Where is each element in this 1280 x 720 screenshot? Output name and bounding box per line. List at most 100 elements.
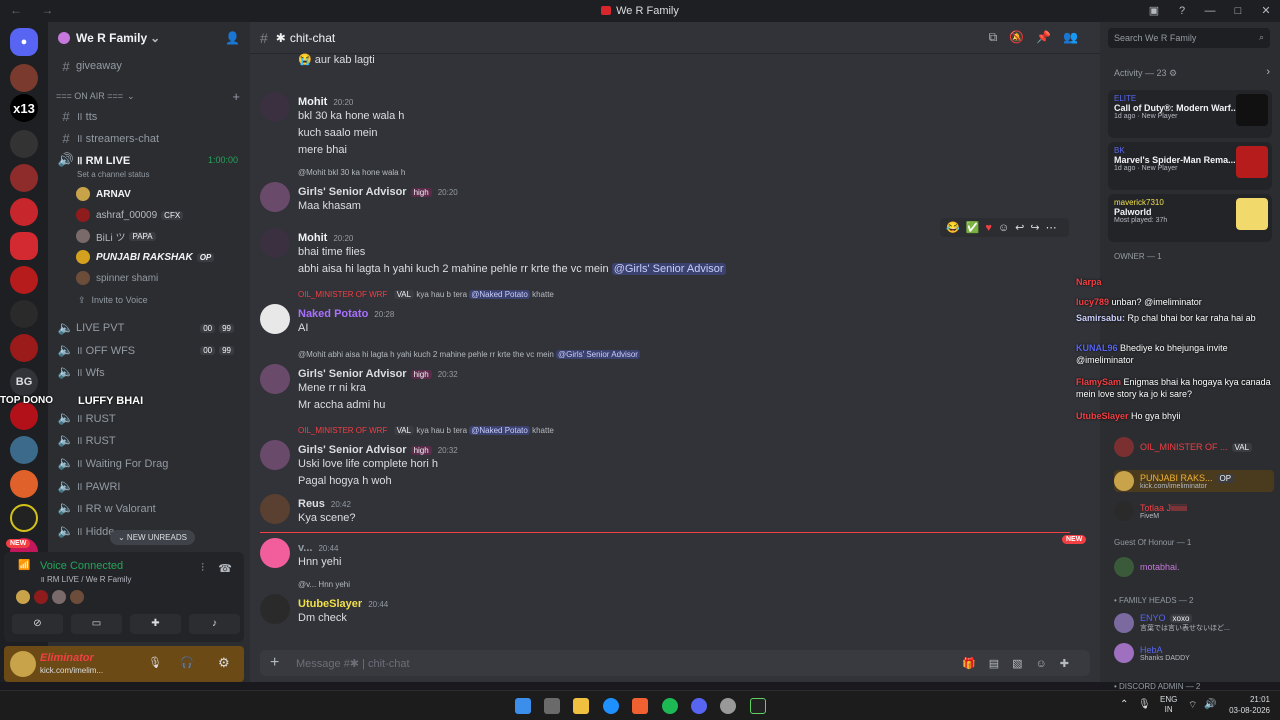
add-reaction-icon[interactable]: ☺ (998, 222, 1015, 234)
avatar[interactable] (260, 228, 290, 258)
add-channel-icon[interactable]: + (232, 89, 240, 104)
reply-preview[interactable]: @v... Hnn yehi (298, 580, 388, 594)
voice-member[interactable]: ARNAV (76, 184, 131, 204)
avatar[interactable] (260, 182, 290, 212)
member-row[interactable]: Totlaa Jiiiiiiii FiveM (1114, 500, 1187, 522)
server-we-r-family[interactable] (10, 232, 38, 260)
server-icon[interactable] (10, 436, 38, 464)
forward-icon[interactable]: ↪ (1030, 222, 1045, 234)
home-button[interactable]: ● (10, 28, 38, 56)
voice-member[interactable]: BiLi ツ PAPA (76, 226, 156, 246)
spotify-icon[interactable] (662, 698, 678, 714)
emoji-reaction-icon[interactable]: 😂 (946, 222, 966, 234)
member-row[interactable]: OIL_MINISTER OF ... VAL (1114, 436, 1253, 458)
obs-icon[interactable] (720, 698, 736, 714)
reply-preview[interactable]: OIL_MINISTER OF WRF VAL kya hau b tera @… (298, 426, 554, 440)
server-icon[interactable] (10, 470, 38, 498)
disconnect-icon[interactable]: ☎ (218, 562, 232, 575)
username[interactable]: Girls' Senior Advisor (298, 186, 407, 198)
threads-icon[interactable]: ⧉ (989, 30, 1010, 44)
member-row[interactable]: motabhai. (1114, 556, 1180, 578)
avatar[interactable] (16, 590, 30, 604)
chevron-right-icon[interactable]: › (1266, 66, 1270, 78)
gear-icon[interactable]: ⚙ (218, 655, 230, 671)
gif-icon[interactable]: ▤ (989, 658, 1012, 670)
clock[interactable]: 21:01 03-08-2026 (1229, 694, 1270, 716)
channel-streamers-chat[interactable]: # ॥ streamers-chat (56, 128, 246, 148)
mention[interactable]: @Naked Potato (469, 290, 530, 299)
voice-member[interactable]: PUNJABI RAKSHAK OP (76, 247, 215, 267)
mute-bell-icon[interactable]: 🔕 (1009, 30, 1036, 44)
server-icon[interactable] (10, 504, 38, 532)
category-on-air[interactable]: === ON AIR === ⌄ + (56, 86, 246, 106)
activity-card[interactable]: BK Marvel's Spider-Man Rema... 1d ago · Ne… (1108, 142, 1272, 190)
username[interactable]: Girls' Senior Advisor (298, 368, 407, 380)
members-icon[interactable]: 👥 (1063, 30, 1090, 44)
voice-channel-live-pvt[interactable]: 🔈 LIVE PVT 00 99 (56, 318, 246, 338)
microphone-icon[interactable]: 🎙 (148, 656, 162, 669)
username[interactable]: Reus (298, 498, 325, 510)
reply-preview[interactable]: @Mohit bkl 30 ka hone wala h (298, 168, 458, 182)
voice-channel-rust[interactable]: 🔈 ॥ RUST (56, 430, 246, 450)
voice-channel-rr[interactable]: 🔈 ॥ RR w Valorant (56, 498, 246, 518)
microphone-icon[interactable]: 🎙 (1138, 699, 1151, 710)
username[interactable]: Naked Potato (298, 308, 368, 320)
app-icon[interactable] (750, 698, 766, 714)
signal-icon[interactable]: 📶 (18, 560, 30, 571)
username[interactable]: UtubeSlayer (298, 598, 362, 610)
reply-icon[interactable]: ↩ (1015, 222, 1030, 234)
channel-tts[interactable]: # ॥ tts (56, 106, 246, 126)
server-bg[interactable]: BG (10, 368, 38, 396)
voice-channel-off-wfs[interactable]: 🔈 ॥ OFF WFS 00 99 (56, 340, 246, 360)
wifi-icon[interactable]: ⌔ (1188, 699, 1197, 712)
file-explorer-icon[interactable] (573, 698, 589, 714)
server-icon[interactable] (10, 64, 38, 92)
apps-icon[interactable]: ✚ (1060, 658, 1082, 670)
mention[interactable]: @Naked Potato (469, 426, 530, 435)
server-icon[interactable] (10, 300, 38, 328)
server-icon[interactable] (10, 334, 38, 362)
username[interactable]: Girls' Senior Advisor (298, 444, 407, 456)
voice-member[interactable]: spinner shami (76, 268, 158, 288)
guild-header[interactable]: We R Family ⌄ 👤 (48, 22, 250, 54)
server-icon[interactable] (10, 164, 38, 192)
widgets-icon[interactable] (544, 698, 560, 714)
set-channel-status[interactable]: Set a channel status (77, 170, 150, 179)
member-row[interactable]: HebA Shanks DADDY (1114, 642, 1190, 664)
avatar[interactable] (260, 538, 290, 568)
language-indicator[interactable]: ENG IN (1160, 695, 1177, 715)
avatar[interactable] (260, 494, 290, 524)
reply-preview[interactable]: OIL_MINISTER OF WRF VAL kya hau b tera @… (298, 290, 554, 304)
activity-card[interactable]: ELITE Call of Duty®: Modern Warf... 1d ago… (1108, 90, 1272, 138)
gift-icon[interactable]: 🎁 (962, 658, 989, 670)
server-icon[interactable] (10, 130, 38, 158)
screen-share-icon[interactable]: ▭ (71, 614, 122, 634)
reply-preview[interactable]: @Mohit abhi aisa hi lagta h yahi kuch 2 … (298, 350, 640, 364)
member-row[interactable]: ENYO xoxo 言葉では言い表せないほど... (1114, 612, 1230, 634)
server-icon[interactable] (10, 198, 38, 226)
voice-channel-rust[interactable]: 🔈 ॥ RUST (56, 408, 246, 428)
volume-icon[interactable]: 🔊 (1204, 699, 1216, 710)
edge-icon[interactable] (603, 698, 619, 714)
plus-icon[interactable]: + (270, 654, 279, 672)
gear-icon[interactable]: ⚙ (1169, 68, 1177, 78)
new-unreads-pill[interactable]: ⌄ NEW UNREADS (110, 530, 195, 545)
voice-channel-waiting[interactable]: 🔈 ॥ Waiting For Drag (56, 453, 246, 473)
avatar[interactable] (260, 440, 290, 470)
tray-chevron-icon[interactable]: ⌃ (1120, 699, 1128, 710)
more-icon[interactable]: ⋯ (1046, 222, 1063, 234)
voice-member[interactable]: ashraf_00009 CFX (76, 205, 184, 225)
channel-giveaway[interactable]: # giveaway (56, 56, 246, 76)
brave-icon[interactable] (632, 698, 648, 714)
voice-channel-wfs[interactable]: 🔈 ॥ Wfs (56, 362, 246, 382)
avatar[interactable] (260, 594, 290, 624)
server-icon[interactable] (10, 402, 38, 430)
mention[interactable]: @Girls' Senior Advisor (556, 350, 640, 359)
camera-off-icon[interactable]: ⊘ (12, 614, 63, 634)
search-input[interactable]: Search We R Family ⌕ (1108, 28, 1270, 48)
avatar[interactable] (260, 364, 290, 394)
username[interactable]: Mohit (298, 232, 327, 244)
mention[interactable]: @Girls' Senior Advisor (611, 263, 726, 275)
minimize-button[interactable]: — (1196, 0, 1224, 22)
invite-to-voice[interactable]: ⇪ Invite to Voice (78, 290, 268, 310)
